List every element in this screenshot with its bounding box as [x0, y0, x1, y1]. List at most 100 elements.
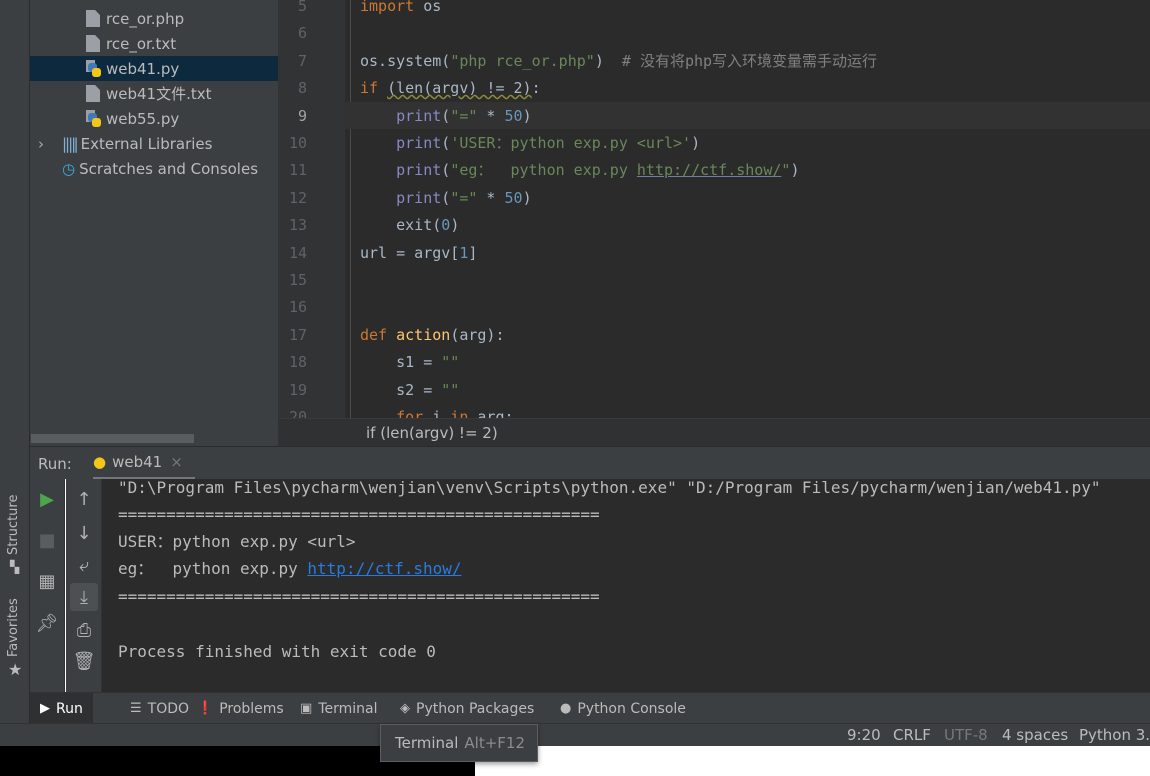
code-token: ): [594, 51, 622, 70]
tree-item-file[interactable]: web41.py: [30, 56, 278, 81]
code-token: (arg):: [450, 325, 505, 344]
run-console-output[interactable]: "D:\Program Files\pycharm\wenjian\venv\S…: [102, 478, 1150, 692]
code-line[interactable]: print("=" * 50): [360, 188, 532, 208]
tree-item-file[interactable]: web41文件.txt: [30, 81, 278, 106]
project-panel: rce_or.php rce_or.txt web41.py web41文件.txt w…: [30, 0, 279, 446]
code-token: s2 =: [360, 380, 442, 399]
cursor-position[interactable]: 9:20: [847, 726, 881, 744]
python-file-icon: [86, 60, 101, 77]
code-token: 0: [441, 216, 451, 235]
soft-wrap-icon[interactable]: ⤶: [70, 551, 98, 579]
line-number: 18: [288, 353, 307, 372]
code-token: (: [441, 161, 451, 180]
code-token: (: [441, 188, 451, 207]
left-tool-strip: Structure ▚ Favorites ★: [0, 0, 30, 746]
code-token: print: [396, 188, 442, 207]
code-token: # 没有将php写入环境变量需手动运行: [621, 51, 878, 70]
tree-item-external-libraries[interactable]: › |||‖ External Libraries: [30, 131, 212, 156]
python-file-icon: [86, 110, 101, 127]
play-icon: ▶: [40, 701, 50, 716]
close-icon[interactable]: ×: [170, 453, 183, 471]
code-line[interactable]: for i in arg:: [360, 407, 513, 418]
line-number: 19: [288, 380, 307, 399]
code-token: i: [423, 408, 451, 418]
text-file-icon: [86, 85, 100, 102]
code-token: def: [360, 325, 388, 344]
code-line[interactable]: print("=" * 50): [360, 106, 531, 126]
project-horizontal-scrollbar[interactable]: [31, 434, 194, 443]
tool-tab-label: TODO: [147, 700, 190, 717]
structure-tab[interactable]: Structure: [6, 495, 21, 555]
code-token: action: [396, 325, 451, 344]
tool-window-bar: ▶ Run ☰ TODO ❗ Problems ▣ Terminal ◈ Python Packa…: [30, 692, 1150, 724]
tooltip: Terminal Alt+F12: [380, 724, 538, 762]
tree-item-file[interactable]: web55.py: [30, 106, 278, 131]
tool-tab-terminal[interactable]: ▣ Terminal: [290, 693, 387, 724]
file-encoding[interactable]: UTF-8: [944, 726, 988, 744]
code-token: ]: [468, 243, 478, 262]
indent-setting[interactable]: 4 spaces: [1002, 726, 1068, 744]
line-number: 7: [297, 51, 307, 70]
print-icon[interactable]: ⎙: [70, 616, 98, 644]
code-token: import: [360, 0, 415, 15]
tool-tab-run[interactable]: ▶ Run: [30, 693, 93, 724]
run-tab-label: web41: [112, 453, 163, 471]
status-bar: 9:20 CRLF UTF-8 4 spaces Python 3.8: [0, 723, 1150, 746]
interpreter[interactable]: Python 3.8: [1079, 726, 1150, 744]
run-toolbar-primary: ▶ ■ ▦ 📌︎: [30, 479, 65, 692]
code-token: "": [441, 380, 460, 399]
code-line[interactable]: print("eg： python exp.py http://ctf.show…: [360, 160, 799, 180]
tool-tab-python-packages[interactable]: ◈ Python Packages: [390, 693, 544, 724]
code-token: print: [396, 106, 442, 125]
breadcrumb[interactable]: if (len(argv) != 2): [279, 418, 1150, 446]
tool-tab-python-console[interactable]: ● Python Console: [550, 693, 696, 724]
terminal-icon: ▣: [300, 701, 313, 716]
console-link[interactable]: http://ctf.show/: [307, 559, 461, 578]
pin-icon[interactable]: 📌︎: [33, 609, 61, 637]
scroll-to-end-icon[interactable]: ⤓: [70, 583, 98, 611]
text-file-icon: [86, 10, 100, 27]
line-separator[interactable]: CRLF: [893, 726, 931, 744]
run-tab-web41[interactable]: ● web41 ×: [93, 447, 195, 480]
tool-tab-label: Python Packages: [416, 700, 535, 717]
tool-tab-problems[interactable]: ❗ Problems: [187, 693, 294, 724]
code-token: *: [477, 106, 505, 125]
code-token: "=": [450, 106, 478, 125]
library-icon: |||‖: [62, 134, 79, 153]
tree-item-file[interactable]: rce_or.php: [30, 6, 278, 31]
trash-icon[interactable]: 🗑︎: [70, 647, 98, 675]
tree-item-scratches[interactable]: ◷ Scratches and Consoles: [30, 156, 258, 181]
line-number: 6: [297, 24, 307, 43]
tooltip-label: Terminal: [395, 734, 459, 752]
code-token: exit(: [360, 216, 442, 235]
code-token: *: [477, 188, 505, 207]
arrow-up-icon[interactable]: ↑: [70, 485, 98, 513]
favorites-tab[interactable]: Favorites: [6, 598, 21, 657]
line-number: 11: [288, 161, 307, 180]
code-line[interactable]: import os: [360, 0, 441, 16]
code-line[interactable]: if (len(argv) != 2):: [360, 78, 541, 98]
line-number: 16: [288, 298, 307, 317]
code-line[interactable]: os.system("php rce_or.php") # 没有将php写入环境…: [360, 51, 877, 71]
code-line[interactable]: s2 = "": [360, 380, 459, 400]
console-separator: ========================================…: [118, 505, 600, 524]
code-line[interactable]: s1 = "": [360, 352, 459, 372]
code-token: print: [396, 134, 442, 152]
layout-icon[interactable]: ▦: [33, 567, 61, 595]
code-editor[interactable]: 5 6 7 8 9 10 11 12 13 14 15 16 17 18 19 20 import os os.…: [279, 0, 1150, 418]
code-line[interactable]: exit(0): [360, 215, 459, 235]
stop-icon[interactable]: ■: [33, 526, 61, 554]
code-token: 50: [504, 188, 523, 207]
code-token: ): [522, 188, 532, 207]
tool-tab-label: Run: [56, 700, 83, 717]
code-line[interactable]: url = argv[1]: [360, 243, 477, 263]
rerun-icon[interactable]: ▶: [33, 485, 61, 513]
code-line[interactable]: print('USER：python exp.py <url>'): [360, 133, 700, 153]
code-line[interactable]: def action(arg):: [360, 325, 505, 345]
tree-item-file[interactable]: rce_or.txt: [30, 31, 278, 56]
chevron-right-icon[interactable]: ›: [38, 135, 62, 153]
arrow-down-icon[interactable]: ↓: [70, 519, 98, 547]
code-token: s1 =: [360, 353, 442, 372]
